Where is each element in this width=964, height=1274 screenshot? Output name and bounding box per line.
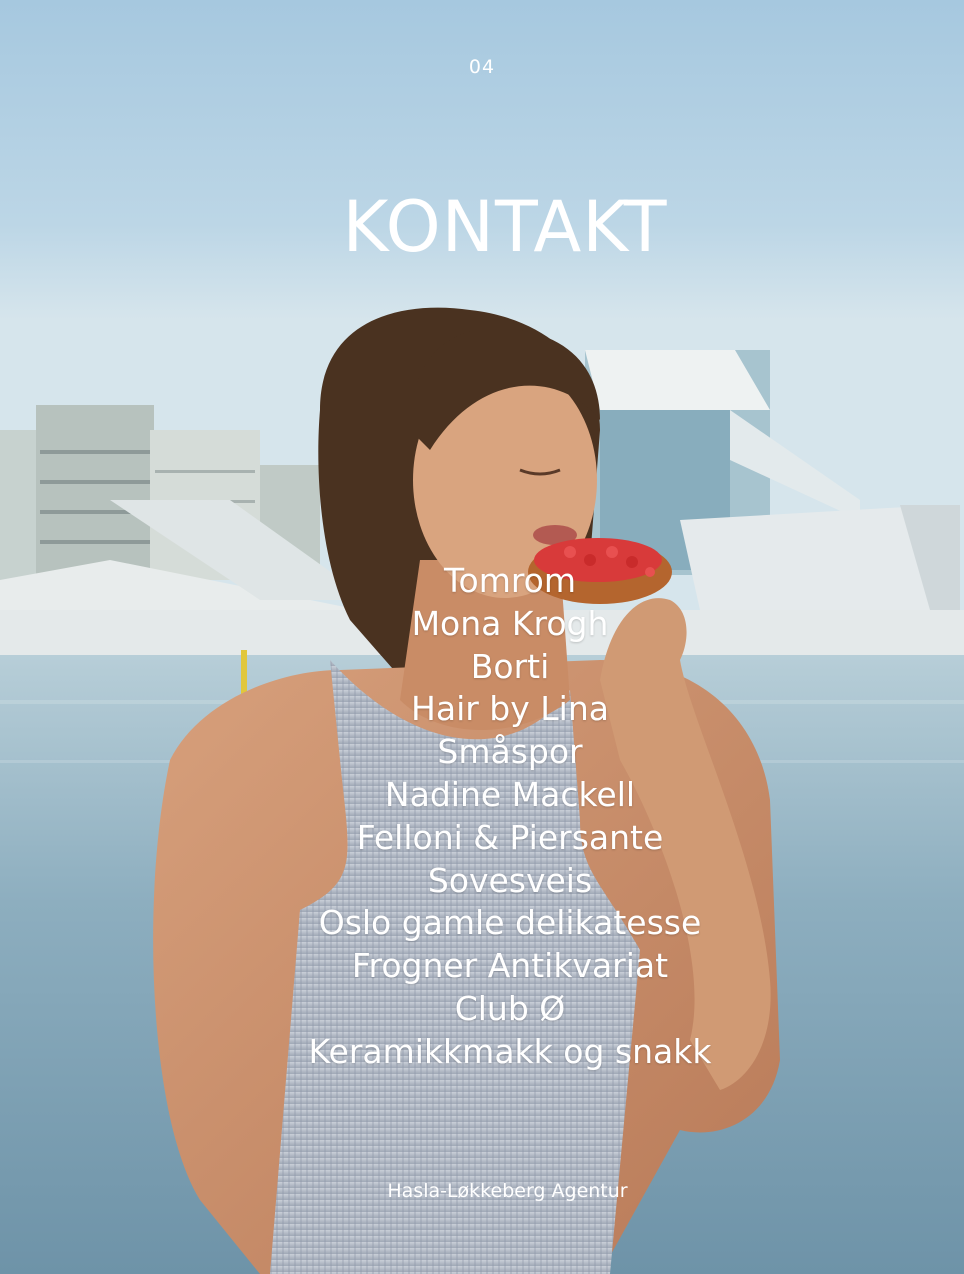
contact-list: Tomrom Mona Krogh Borti Hair by Lina Små… [0, 560, 964, 1074]
page: 04 KONTAKT Tomrom Mona Krogh Borti Hair … [0, 0, 964, 1274]
contact-item: Tomrom [443, 561, 577, 600]
footer-credit: Hasla-Løkkeberg Agentur [387, 1180, 628, 1202]
page-number: 04 [468, 56, 496, 78]
contact-item: Club Ø [454, 988, 566, 1028]
contact-item: Mona Krogh [411, 603, 609, 643]
contact-item: Hair by Lina [411, 689, 609, 729]
page-title: KONTAKT [342, 186, 668, 268]
contact-item: Nadine Mackell [384, 774, 636, 814]
contact-item: Småspor [437, 732, 583, 772]
contact-item: Frogner Antikvariat [351, 946, 669, 986]
contact-item: Oslo gamle delikatesse [318, 903, 702, 943]
text-overlay: 04 KONTAKT Tomrom Mona Krogh Borti Hair … [0, 0, 964, 1274]
contact-item: Sovesveis [427, 860, 593, 900]
contact-item: Felloni & Piersante [356, 817, 664, 857]
contact-item: Keramikkmakk og snakk [308, 1031, 712, 1071]
contact-item: Borti [470, 646, 550, 686]
